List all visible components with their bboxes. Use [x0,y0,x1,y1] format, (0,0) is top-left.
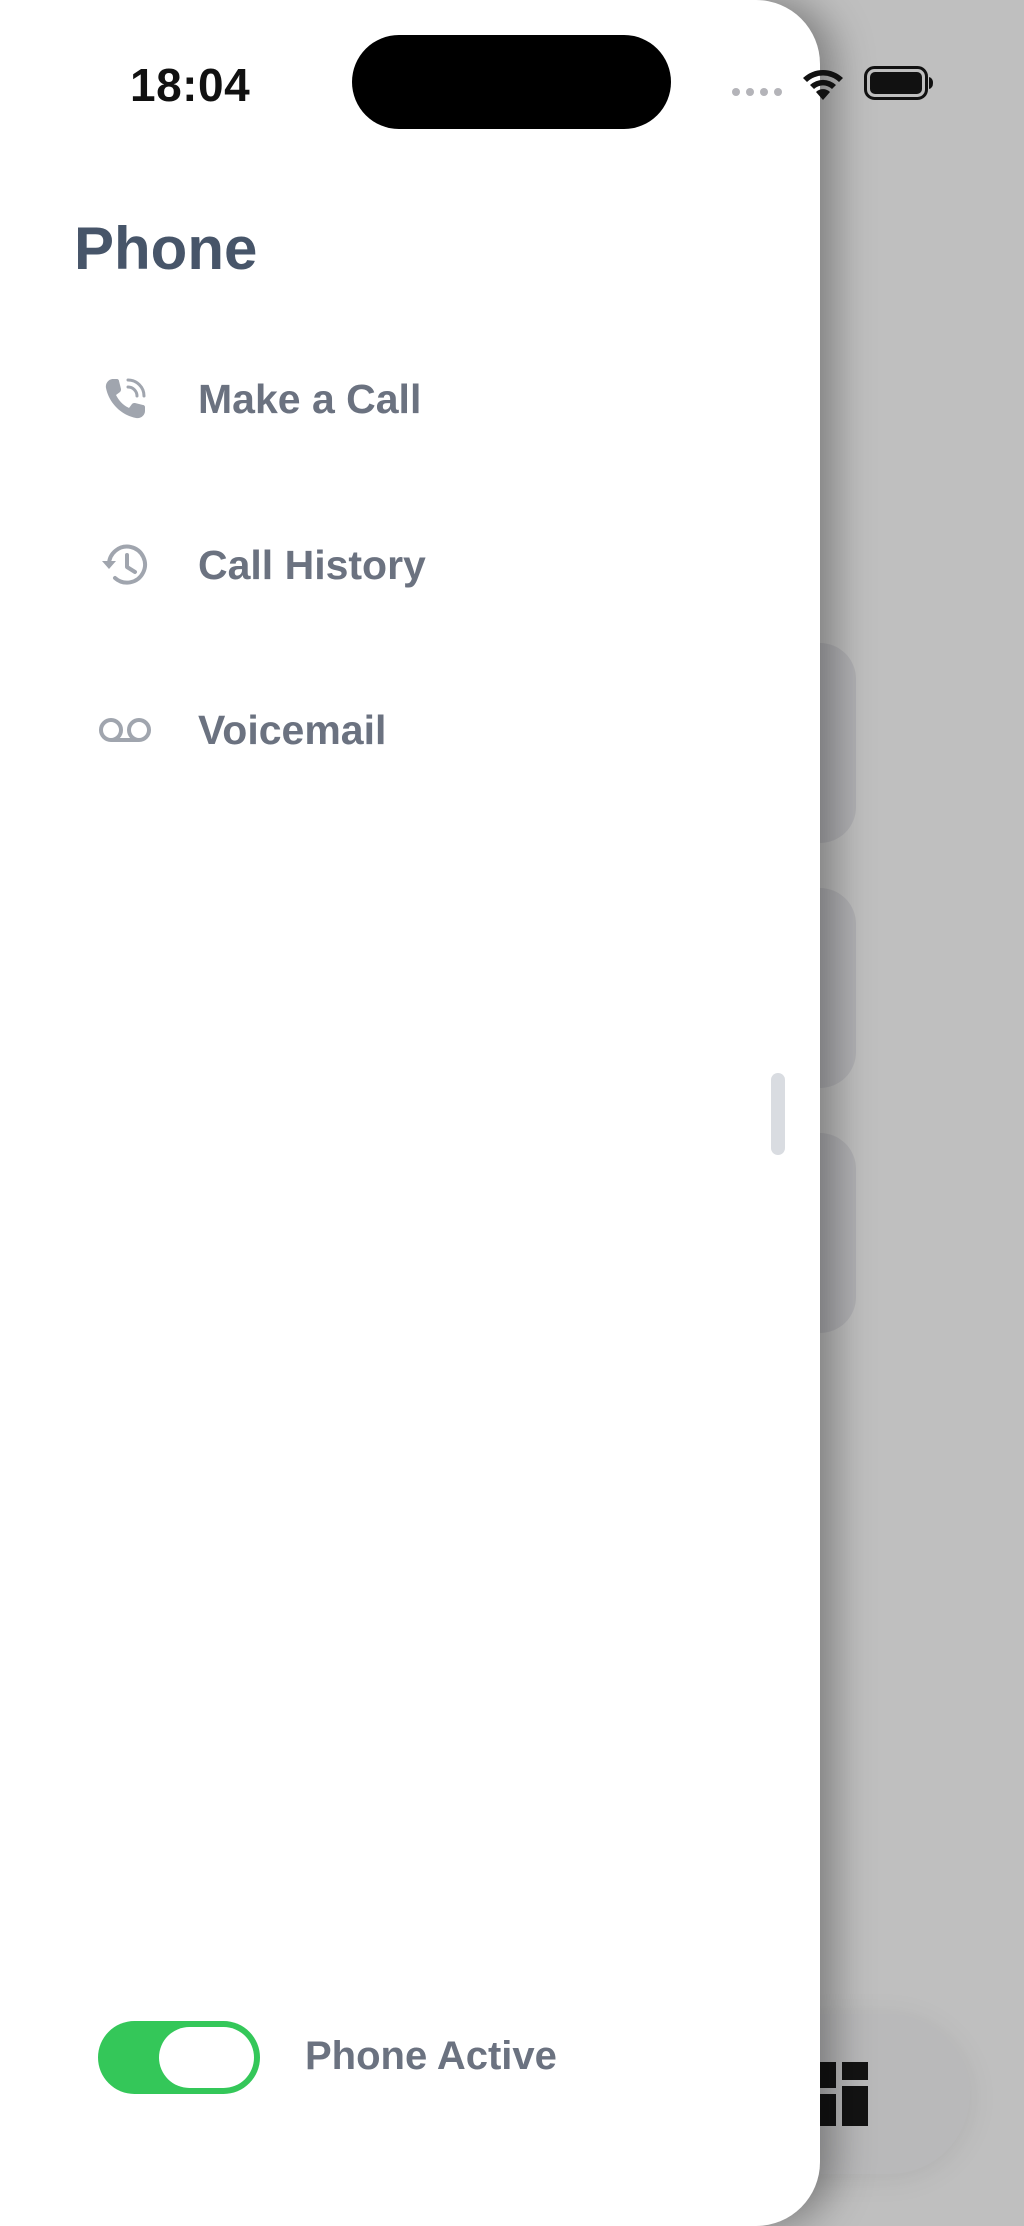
menu-item-label: Call History [198,541,426,588]
toggle-knob [159,2027,254,2088]
battery-icon [864,66,933,100]
dynamic-island [352,35,671,129]
cellular-signal-icon [732,88,782,96]
menu-item-voicemail[interactable]: Voicemail [60,675,760,785]
app-screen: 18:04 Phone Make a Call Call History Voi… [0,0,1024,2226]
phone-active-toggle[interactable] [98,2021,260,2094]
scrollbar-thumb[interactable] [771,1073,785,1155]
navigation-drawer: 18:04 Phone Make a Call Call History Voi… [0,0,933,2226]
phone-call-icon [90,364,160,434]
drawer-title: Phone [74,215,258,282]
phone-active-label: Phone Active [305,2034,557,2078]
wifi-icon [803,70,843,100]
menu-item-label: Make a Call [198,375,422,422]
voicemail-icon [90,695,160,765]
history-icon [90,530,160,600]
status-time: 18:04 [130,59,251,111]
menu-item-make-a-call[interactable]: Make a Call [60,344,760,454]
menu-item-label: Voicemail [198,706,387,753]
menu-item-call-history[interactable]: Call History [60,510,760,620]
